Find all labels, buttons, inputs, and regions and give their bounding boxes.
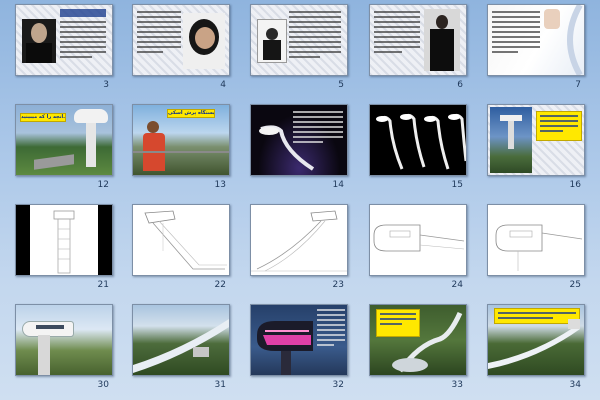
tower-shaft — [38, 335, 50, 375]
ramp — [34, 154, 74, 170]
slide-number: 22 — [214, 280, 226, 290]
highlight-box — [536, 111, 582, 141]
tower-shaft — [86, 123, 96, 167]
slide-5-thumbnail[interactable] — [250, 4, 348, 76]
slide-3-thumbnail[interactable] — [15, 4, 113, 76]
slide-33-thumbnail[interactable] — [369, 304, 467, 376]
slide-34-thumbnail[interactable] — [487, 304, 585, 376]
ramp-photo — [133, 319, 229, 373]
stadium-aerial-photo — [392, 311, 463, 373]
tower-elevation-drawing — [53, 210, 75, 274]
slide-sorter-grid: 3 4 5 6 7 آنچه را که میبینید. 12 ایستگاه… — [0, 0, 600, 400]
slide-21-thumbnail[interactable] — [15, 204, 113, 276]
slide-number: 32 — [332, 380, 344, 390]
right-black-bar — [98, 205, 112, 275]
slide-23-thumbnail[interactable] — [250, 204, 348, 276]
person-head — [147, 121, 159, 133]
slide-13-thumbnail[interactable]: ایستگاه پرش اسکی — [132, 104, 230, 176]
body-text-lines — [492, 11, 540, 56]
slide-number: 5 — [338, 80, 344, 90]
body-text-lines — [137, 11, 181, 56]
slide-32-thumbnail[interactable] — [250, 304, 348, 376]
slide-number: 6 — [457, 80, 463, 90]
slide-15-thumbnail[interactable] — [369, 104, 467, 176]
ramp-perspective-drawing — [144, 210, 227, 270]
slide-number: 4 — [220, 80, 226, 90]
slide-30-thumbnail[interactable] — [15, 304, 113, 376]
slide-number: 16 — [569, 180, 581, 190]
ramp-photo — [488, 319, 580, 369]
slide-12-thumbnail[interactable]: آنچه را که میبینید... — [15, 104, 113, 176]
portrait-photo — [22, 19, 56, 63]
slide-number: 24 — [451, 280, 463, 290]
portrait-photo — [257, 19, 287, 63]
slide-7-thumbnail[interactable] — [487, 4, 585, 76]
slide-title-bar — [60, 9, 106, 17]
slide-number: 33 — [451, 380, 463, 390]
slide-number: 13 — [214, 180, 226, 190]
slide-22-thumbnail[interactable] — [132, 204, 230, 276]
tower-top — [74, 109, 108, 123]
slide-14-thumbnail[interactable] — [250, 104, 348, 176]
slide-number: 31 — [214, 380, 226, 390]
slide-number: 12 — [97, 180, 109, 190]
slide-31-thumbnail[interactable] — [132, 304, 230, 376]
ramp-model — [259, 125, 315, 171]
slide-25-thumbnail[interactable] — [487, 204, 585, 276]
portrait-photo — [183, 13, 225, 69]
slide-number: 3 — [103, 80, 109, 90]
slide-number: 34 — [569, 380, 581, 390]
slide-6-thumbnail[interactable] — [369, 4, 467, 76]
body-text-lines — [374, 11, 420, 56]
slide-4-thumbnail[interactable] — [132, 4, 230, 76]
ramp-models — [376, 113, 466, 170]
portrait-photo — [424, 9, 460, 71]
body-text-lines — [289, 11, 341, 61]
slide-number: 21 — [97, 280, 109, 290]
body-text-lines — [60, 21, 106, 61]
slide-number: 23 — [332, 280, 344, 290]
slide-number: 7 — [575, 80, 581, 90]
ramp-side-drawing — [251, 210, 347, 272]
left-black-bar — [16, 205, 30, 275]
slide-16-thumbnail[interactable] — [487, 104, 585, 176]
slide-caption-label: آنچه را که میبینید... — [20, 113, 66, 122]
tower-head-night-photo — [257, 321, 313, 375]
body-text-lines — [317, 309, 345, 349]
slide-number: 30 — [97, 380, 109, 390]
slide-24-thumbnail[interactable] — [369, 204, 467, 276]
railing — [133, 151, 229, 153]
tower-window — [36, 325, 64, 329]
slide-number: 14 — [332, 180, 344, 190]
slide-number: 25 — [569, 280, 581, 290]
tower-photo — [490, 107, 532, 173]
curve-decoration — [567, 5, 583, 75]
tower-head-drawing — [495, 224, 583, 271]
tower-head-drawing — [373, 224, 465, 252]
slide-number: 15 — [451, 180, 463, 190]
slide-caption-label: ایستگاه پرش اسکی — [167, 109, 215, 118]
